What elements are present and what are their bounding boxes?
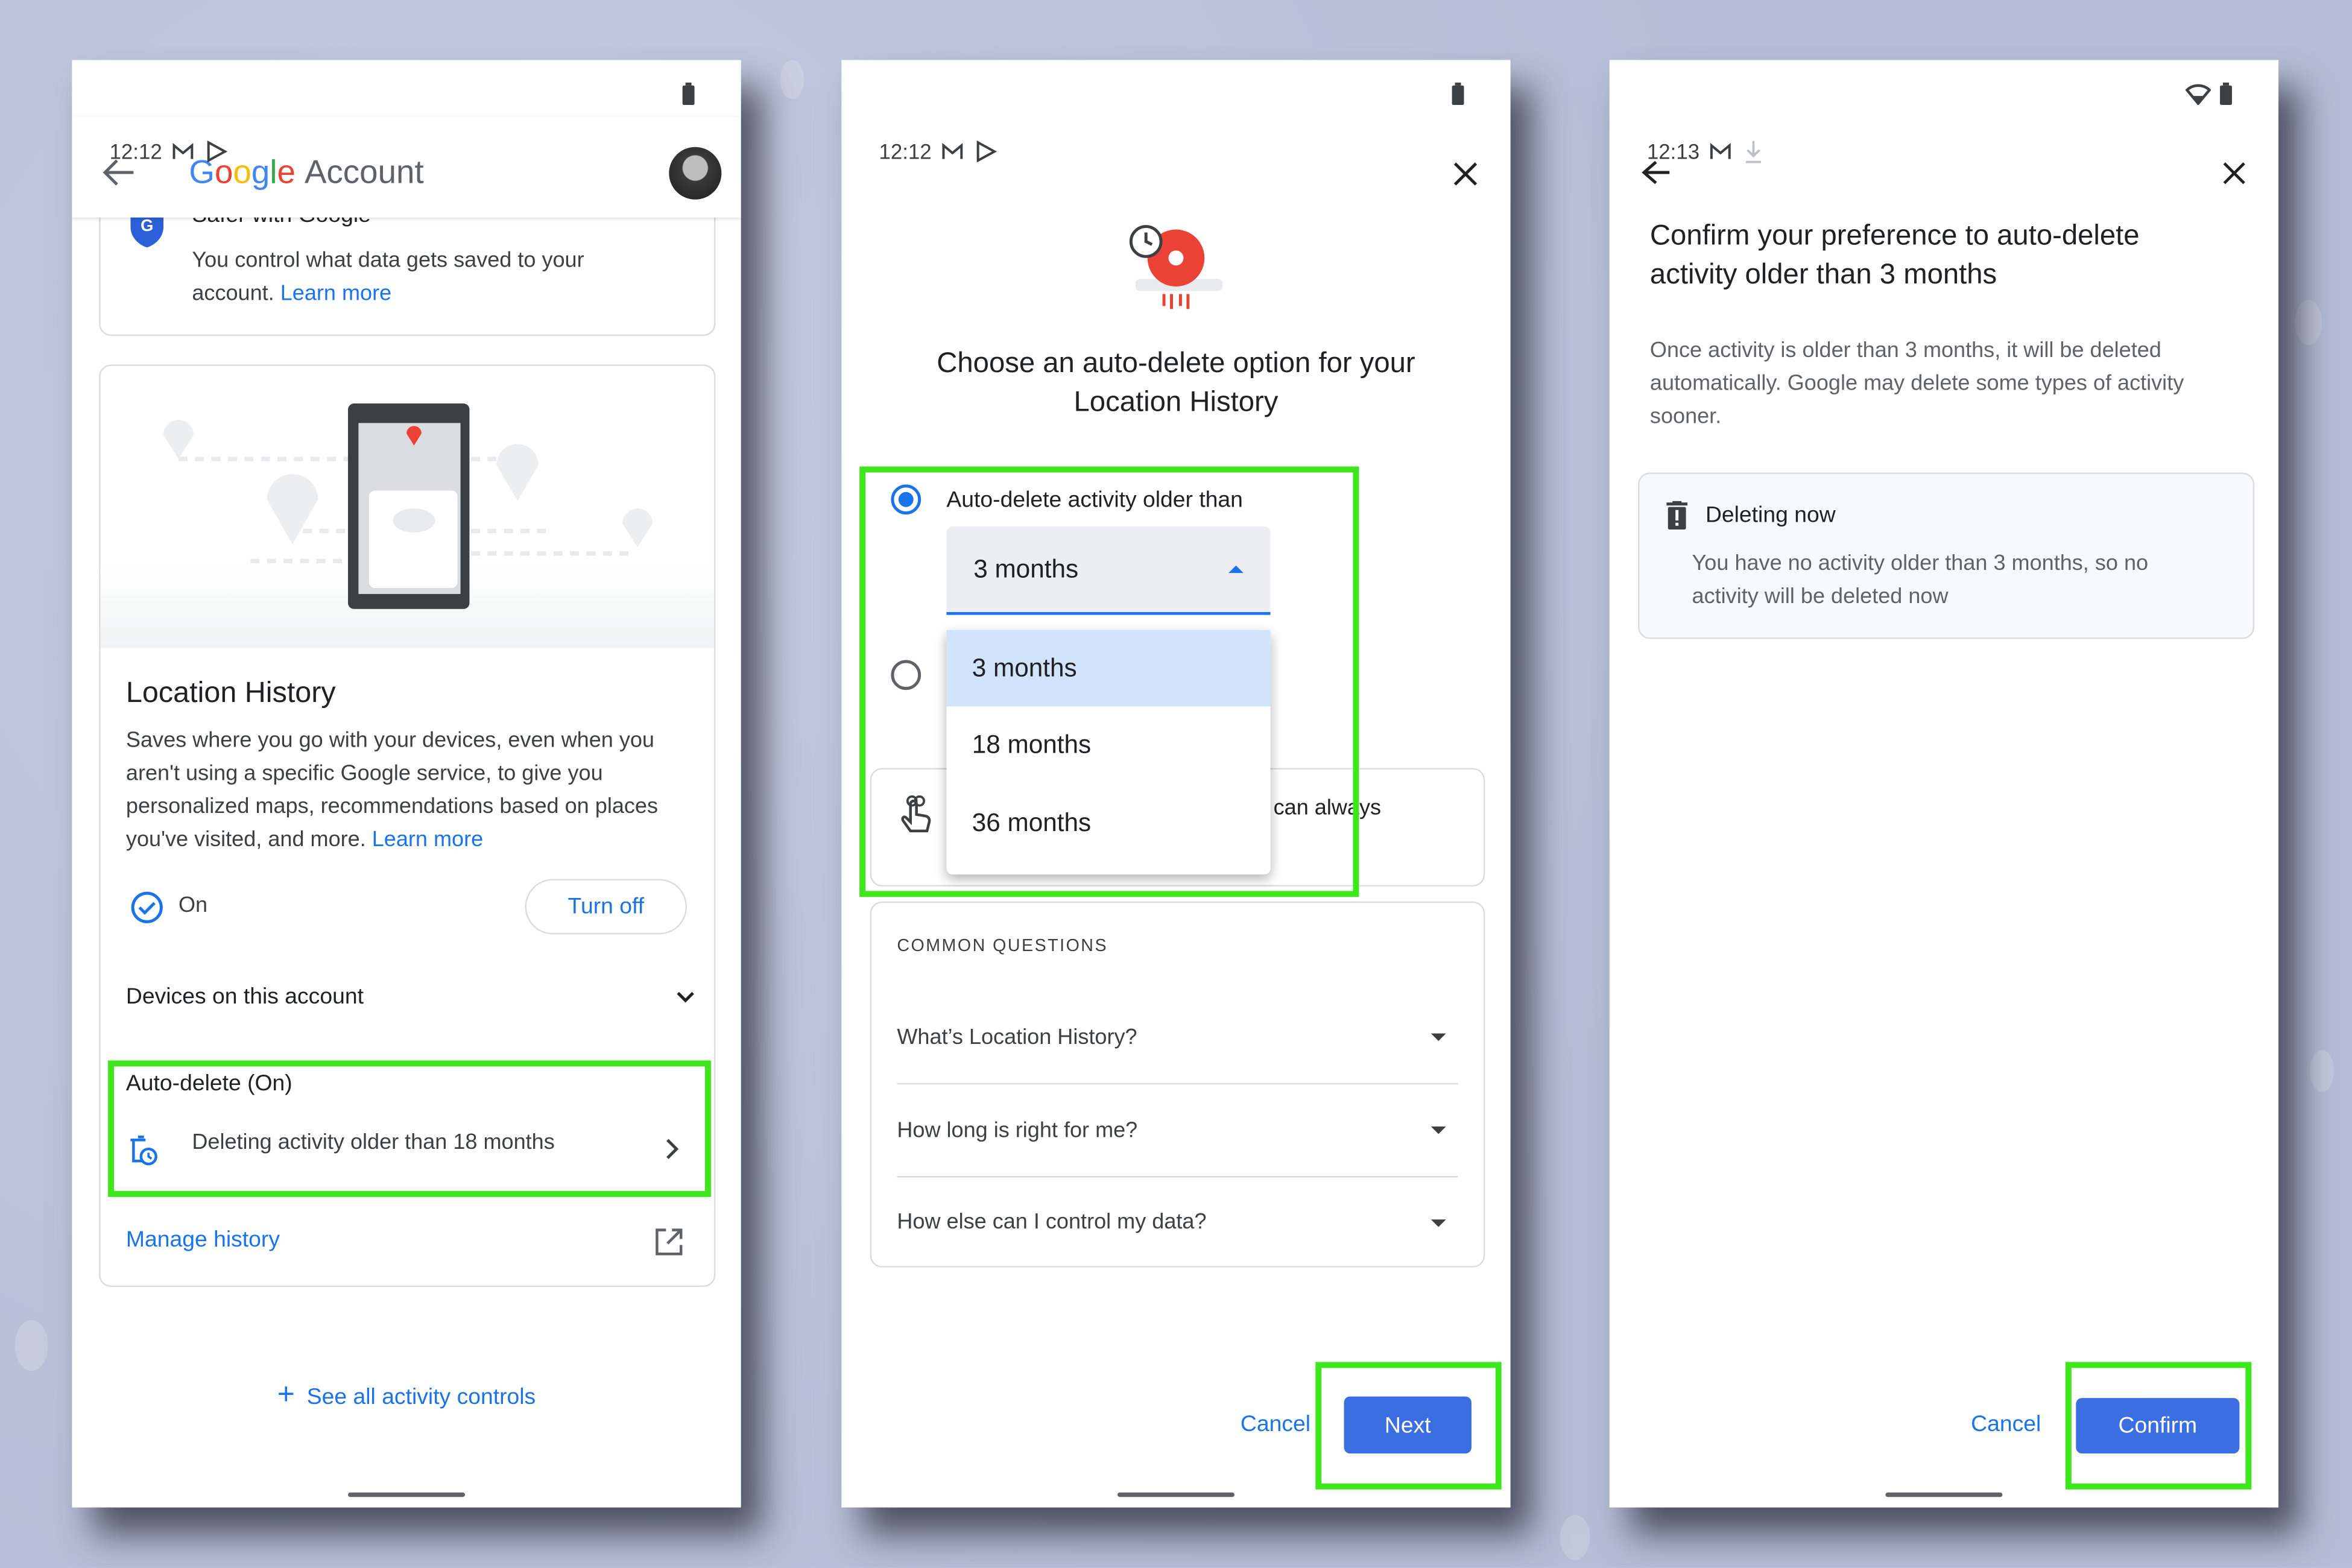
common-questions-header: COMMON QUESTIONS xyxy=(897,937,1108,956)
chevron-down-icon xyxy=(677,991,694,1003)
screen-google-account: G Safer with Google You control what dat… xyxy=(72,60,741,1508)
see-all-label: See all activity controls xyxy=(306,1384,536,1410)
status-bar: 12:12 xyxy=(879,139,997,163)
open-external-icon[interactable] xyxy=(654,1227,684,1257)
location-illustration xyxy=(100,365,714,648)
page-title: Choose an auto-delete option for your Lo… xyxy=(937,348,1415,419)
logo-letter: l xyxy=(270,153,277,191)
page-title: Confirm your preference to auto-delete a… xyxy=(1649,220,2140,291)
account-title: Account xyxy=(304,153,424,191)
location-history-illustration xyxy=(1129,225,1223,309)
logo-letter: e xyxy=(277,153,296,191)
gmail-icon xyxy=(172,143,194,159)
devices-row[interactable]: Devices on this account xyxy=(126,984,696,1010)
common-questions-card: COMMON QUESTIONS What’s Location History… xyxy=(870,901,1485,1269)
logo-letter: o xyxy=(233,153,251,191)
check-circle-icon xyxy=(131,891,163,923)
status-on: On xyxy=(178,894,208,918)
trash-alert-icon xyxy=(1666,501,1688,530)
devices-label: Devices on this account xyxy=(125,984,364,1010)
download-icon xyxy=(1746,141,1762,163)
faq-item[interactable]: What’s Location History? xyxy=(897,991,1458,1085)
caret-down-icon xyxy=(1430,1218,1446,1227)
manage-history-link[interactable]: Manage history xyxy=(126,1227,280,1253)
home-indicator[interactable] xyxy=(1117,1492,1234,1497)
play-store-icon xyxy=(207,140,228,163)
status-time: 12:12 xyxy=(879,139,932,164)
status-bar: 12:13 xyxy=(1647,139,1766,163)
caret-down-icon xyxy=(1430,1033,1446,1042)
faq-question: How long is right for me? xyxy=(897,1118,1138,1143)
avatar[interactable] xyxy=(669,147,722,200)
screen-confirm-auto-delete: 12:13 Confirm your preference to auto-de… xyxy=(1609,60,2279,1508)
faq-item[interactable]: How long is right for me? xyxy=(897,1084,1458,1178)
status-time: 12:12 xyxy=(109,139,162,164)
turn-off-button[interactable]: Turn off xyxy=(525,879,688,935)
deleting-now-card: Deleting now You have no activity older … xyxy=(1638,472,2255,639)
gmail-icon xyxy=(1710,143,1731,159)
battery-icon xyxy=(682,82,695,106)
play-store-icon xyxy=(976,140,997,163)
highlight-box xyxy=(1315,1362,1502,1490)
confirm-description: Once activity is older than 3 months, it… xyxy=(1649,339,2184,429)
highlight-box xyxy=(2065,1362,2252,1490)
status-bar: 12:12 xyxy=(110,139,229,163)
caret-down-icon xyxy=(1430,1126,1446,1134)
close-icon[interactable] xyxy=(2222,160,2247,186)
screen-auto-delete-options: 12:12 Choose an auto-delete option for y… xyxy=(841,60,1511,1508)
location-history-title: Location History xyxy=(125,676,336,710)
status-time: 12:13 xyxy=(1646,139,1700,164)
home-indicator[interactable] xyxy=(1885,1492,2003,1497)
highlight-box xyxy=(108,1060,711,1197)
background: G Safer with Google You control what dat… xyxy=(0,0,2352,1568)
wifi-icon xyxy=(2185,84,2211,106)
faq-question: How else can I control my data? xyxy=(897,1210,1207,1234)
highlight-box xyxy=(859,466,1359,897)
gmail-icon xyxy=(942,143,963,159)
close-icon[interactable] xyxy=(1452,160,1479,188)
svg-text:G: G xyxy=(141,216,153,235)
learn-more-link[interactable]: Learn more xyxy=(372,828,483,852)
status-bar-background xyxy=(72,60,741,118)
app-header: Google Account xyxy=(72,117,741,218)
deleting-now-text: You have no activity older than 3 months… xyxy=(1692,552,2149,609)
faq-item[interactable]: How else can I control my data? xyxy=(897,1176,1458,1269)
logo-letter: g xyxy=(251,153,270,191)
plus-icon: + xyxy=(277,1378,295,1412)
cancel-button[interactable]: Cancel xyxy=(1241,1411,1310,1437)
battery-icon xyxy=(2220,82,2232,106)
see-all-activity-controls-link[interactable]: + See all activity controls xyxy=(72,1379,741,1413)
deleting-now-title: Deleting now xyxy=(1705,502,1836,528)
faq-question: What’s Location History? xyxy=(897,1025,1137,1049)
cancel-button[interactable]: Cancel xyxy=(1971,1411,2041,1437)
learn-more-link[interactable]: Learn more xyxy=(280,282,391,306)
battery-icon xyxy=(1452,82,1464,106)
home-indicator[interactable] xyxy=(348,1492,466,1497)
